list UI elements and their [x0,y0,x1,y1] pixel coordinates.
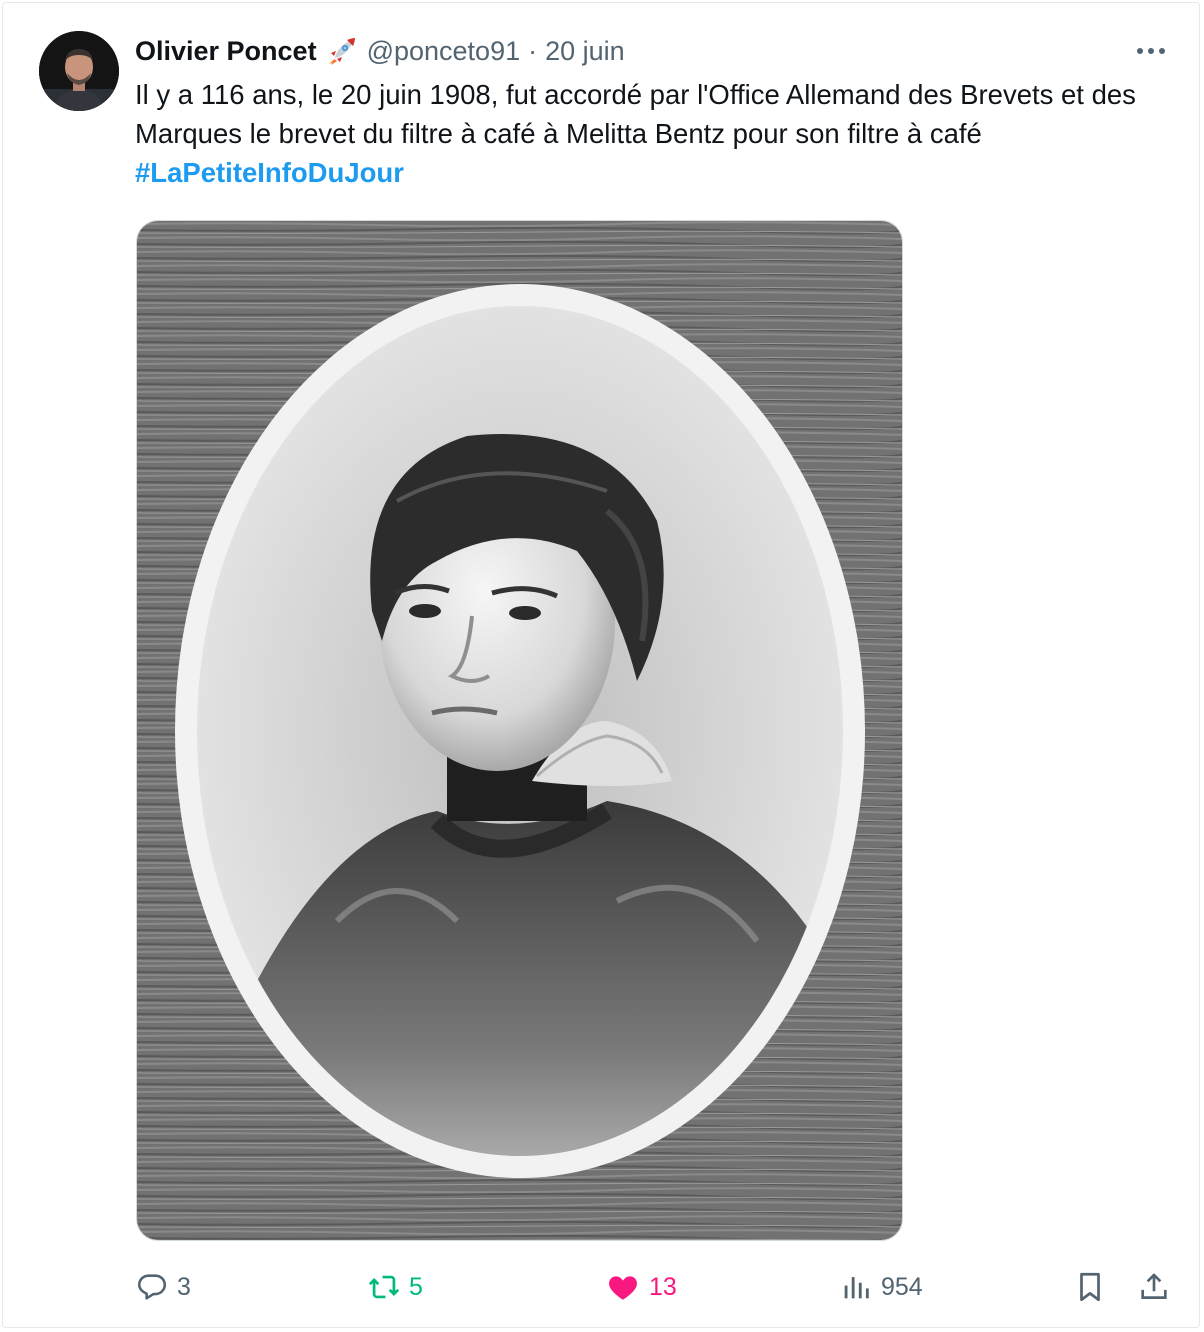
reply-button[interactable]: 3 [135,1265,191,1309]
portrait-photo [137,221,902,1240]
analytics-icon [844,1277,869,1299]
hashtag-link[interactable]: #LaPetiteInfoDuJour [135,157,404,188]
like-button[interactable]: 13 [605,1265,677,1309]
author-handle[interactable]: @ponceto91 [367,36,521,67]
bookmark-icon [1080,1272,1100,1302]
views-button[interactable]: 954 [839,1265,923,1309]
more-options-button[interactable] [1133,37,1169,65]
tweet-card[interactable]: Olivier Poncet @ponceto91 · 20 juin Il y… [2,2,1200,1328]
heart-icon [609,1276,637,1300]
retweet-count: 5 [409,1272,423,1301]
retweet-icon [368,1275,400,1299]
bookmark-button[interactable] [1073,1265,1107,1309]
tweet-actions: 3 5 13 954 [3,1265,1204,1313]
reply-icon [137,1274,167,1300]
like-count: 13 [649,1272,677,1301]
rocket-icon [325,34,359,68]
tweet-date[interactable]: 20 juin [545,36,625,67]
reply-count: 3 [177,1272,191,1301]
separator-dot: · [528,35,538,66]
avatar[interactable] [39,31,119,111]
more-icon [1137,48,1165,54]
share-button[interactable] [1137,1265,1171,1309]
views-count: 954 [881,1272,923,1301]
author-name[interactable]: Olivier Poncet [135,36,317,67]
tweet-header: Olivier Poncet @ponceto91 · 20 juin [135,31,625,71]
tweet-text: Il y a 116 ans, le 20 juin 1908, fut acc… [135,75,1175,192]
tweet-body: Il y a 116 ans, le 20 juin 1908, fut acc… [135,79,1136,149]
share-icon [1141,1273,1167,1299]
retweet-button[interactable]: 5 [367,1265,423,1309]
avatar-photo [39,31,119,111]
tweet-image[interactable] [136,220,903,1241]
